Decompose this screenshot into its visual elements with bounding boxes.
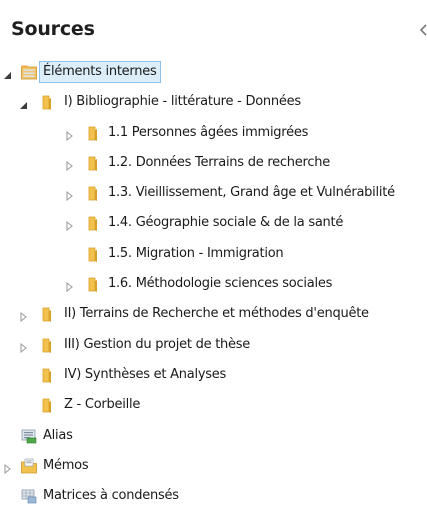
tree-item-label: IV) Synthèses et Analyses [64, 366, 227, 382]
memo-folder-icon [20, 457, 38, 475]
tree-item-label: Z - Corbeille [64, 397, 141, 413]
collapse-arrow-icon[interactable] [3, 66, 13, 79]
expand-arrow-icon[interactable] [65, 127, 75, 141]
expand-arrow-icon[interactable] [65, 157, 75, 172]
tree-item-1-1-personnes-agees-immigrees[interactable]: 1.1 Personnes âgées immigrées [0, 118, 427, 148]
tree-item-label: Matrices à condensés [43, 488, 179, 504]
expand-arrow-icon[interactable] [65, 217, 75, 232]
panel-title: Sources [11, 18, 95, 40]
tree-item-1-6-methodologie-sciences-sociales[interactable]: 1.6. Méthodologie sciences sociales [0, 269, 427, 299]
tree-item-label: 1.4. Géographie sociale & de la santé [108, 215, 344, 231]
tree-item-label: Alias [43, 427, 73, 443]
folder-icon [86, 275, 104, 293]
expand-arrow-icon[interactable] [65, 187, 75, 202]
tree-item-label: 1.6. Méthodologie sciences sociales [108, 276, 333, 292]
collapse-arrow-icon[interactable] [19, 96, 29, 110]
tree-item-iv-syntheses-et-analyses[interactable]: IV) Synthèses et Analyses [0, 360, 427, 390]
tree-item-label: III) Gestion du projet de thèse [64, 336, 251, 352]
alias-icon [20, 427, 38, 445]
tree-item-iii-gestion-du-projet-de-these[interactable]: III) Gestion du projet de thèse [0, 330, 427, 360]
tree-item-label: II) Terrains de Recherche et méthodes d'… [64, 306, 369, 322]
tree-item-z-corbeille[interactable]: Z - Corbeille [0, 390, 427, 420]
chevron-left-icon[interactable] [417, 20, 427, 40]
tree-item-alias[interactable]: Alias [0, 421, 427, 451]
tree-item-label: 1.2. Données Terrains de recherche [108, 154, 330, 170]
folder-icon [40, 93, 58, 111]
sources-panel: Sources Éléments internes I) Bibliograph… [0, 0, 427, 526]
matrix-icon [20, 487, 38, 505]
expand-arrow-icon[interactable] [3, 460, 13, 475]
expand-arrow-icon[interactable] [19, 308, 29, 323]
tree-item-1-3-vieillissement-grand-age-et-vulnerabilite[interactable]: 1.3. Vieillissement, Grand âge et Vulnér… [0, 178, 427, 208]
panel-header: Sources [0, 0, 427, 50]
folder-icon [86, 245, 104, 263]
source-tree: Éléments internes I) Bibliographie - lit… [0, 57, 427, 511]
tree-item-matrices-a-condenses[interactable]: Matrices à condensés [0, 481, 427, 511]
folder-icon [86, 154, 104, 172]
internal-sources-icon [20, 63, 38, 81]
tree-item-ii-terrains-de-recherche-et-methodes-d-enquete[interactable]: II) Terrains de Recherche et méthodes d'… [0, 299, 427, 329]
tree-item-elements-internes[interactable]: Éléments internes [0, 57, 427, 87]
folder-icon [86, 184, 104, 202]
tree-item-memos[interactable]: Mémos [0, 451, 427, 481]
tree-item-label: I) Bibliographie - littérature - Données [64, 94, 301, 110]
tree-item-label: Éléments internes [39, 61, 161, 83]
folder-icon [40, 396, 58, 414]
folder-icon [40, 305, 58, 323]
expand-arrow-icon[interactable] [65, 278, 75, 293]
tree-item-1-5-migration-immigration[interactable]: 1.5. Migration - Immigration [0, 239, 427, 269]
tree-item-label: 1.3. Vieillissement, Grand âge et Vulnér… [108, 185, 395, 201]
expand-arrow-icon[interactable] [19, 339, 29, 353]
folder-icon [40, 366, 58, 384]
folder-icon [86, 214, 104, 232]
tree-item-1-2-donnees-terrains-de-recherche[interactable]: 1.2. Données Terrains de recherche [0, 148, 427, 178]
tree-item-label: Mémos [43, 457, 89, 473]
folder-icon [40, 336, 58, 354]
tree-item-1-4-geographie-sociale-de-la-sante[interactable]: 1.4. Géographie sociale & de la santé [0, 208, 427, 238]
tree-item-label: 1.1 Personnes âgées immigrées [108, 124, 309, 140]
tree-item-label: 1.5. Migration - Immigration [108, 245, 284, 261]
tree-item-i-bibliographie-litterature-donnees[interactable]: I) Bibliographie - littérature - Données [0, 87, 427, 117]
folder-icon [86, 124, 104, 142]
